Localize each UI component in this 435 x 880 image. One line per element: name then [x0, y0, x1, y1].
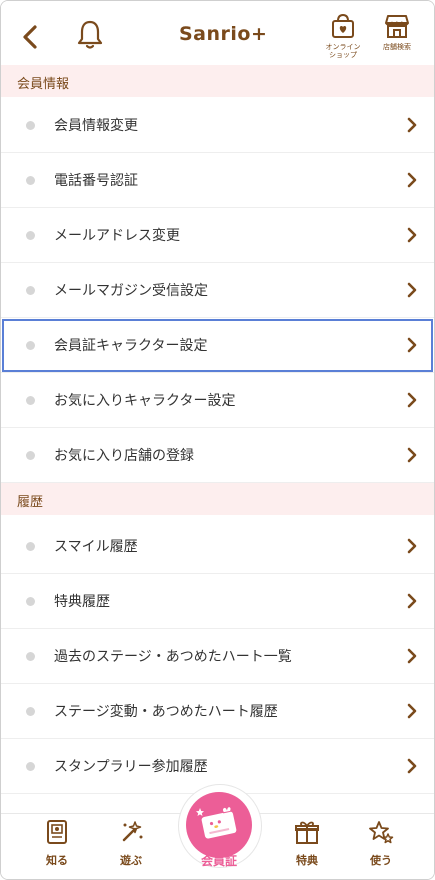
- bell-icon: [77, 20, 103, 49]
- chevron-right-icon: [407, 593, 417, 609]
- tab-benefits[interactable]: 特典: [277, 818, 337, 874]
- online-shop-button[interactable]: オンライン ショップ: [323, 13, 363, 61]
- bullet-dot-icon: [26, 396, 35, 405]
- list-item-email-change[interactable]: メールアドレス変更: [1, 208, 434, 263]
- list-item-label: 電話番号認証: [54, 173, 138, 189]
- list-item-newsletter-settings[interactable]: メールマガジン受信設定: [1, 263, 434, 318]
- chevron-right-icon: [407, 282, 417, 298]
- list-item-stage-change-history[interactable]: ステージ変動・あつめたハート履歴: [1, 684, 434, 739]
- tab-label: 使う: [370, 854, 392, 867]
- list-item-card-character-settings[interactable]: 会員証キャラクター設定: [1, 318, 434, 373]
- magic-wand-icon: [122, 821, 143, 842]
- online-shop-label: オンライン ショップ: [325, 43, 361, 59]
- list-item-label: 特典履歴: [54, 594, 110, 610]
- list-item-favorite-store-registration[interactable]: お気に入り店舗の登録: [1, 428, 434, 483]
- tab-member-card[interactable]: 会員証: [178, 784, 262, 876]
- chevron-right-icon: [407, 227, 417, 243]
- bullet-dot-icon: [26, 231, 35, 240]
- list-item-label: 会員証キャラクター設定: [54, 338, 208, 354]
- list-item-label: メールマガジン受信設定: [54, 283, 208, 299]
- chevron-right-icon: [407, 117, 417, 133]
- tab-label: 知る: [46, 854, 68, 867]
- tab-label: 遊ぶ: [120, 854, 142, 867]
- chevron-right-icon: [407, 172, 417, 188]
- tab-use[interactable]: 使う: [351, 818, 411, 874]
- list-item-past-stages-hearts[interactable]: 過去のステージ・あつめたハート一覧: [1, 629, 434, 684]
- section-title: 履歴: [17, 495, 44, 510]
- chevron-right-icon: [407, 447, 417, 463]
- chevron-right-icon: [407, 703, 417, 719]
- chevron-right-icon: [407, 538, 417, 554]
- chevron-right-icon: [407, 392, 417, 408]
- chevron-right-icon: [407, 648, 417, 664]
- list-item-member-info-change[interactable]: 会員情報変更: [1, 98, 434, 153]
- chevron-right-icon: [407, 337, 417, 353]
- stars-icon: [369, 821, 394, 844]
- store-search-button[interactable]: 店舗検索: [377, 13, 417, 61]
- list-item-label: スマイル履歴: [54, 539, 138, 555]
- store-search-label: 店舗検索: [383, 43, 411, 51]
- list-item-label: お気に入りキャラクター設定: [54, 393, 236, 409]
- app-frame: Sanrio+ オンライン ショップ 店舗検索 会員情報 会員情報変更 電話番号…: [0, 0, 435, 880]
- list-item-label: 過去のステージ・あつめたハート一覧: [54, 649, 292, 665]
- bullet-dot-icon: [26, 176, 35, 185]
- bullet-dot-icon: [26, 707, 35, 716]
- member-card-circle: [186, 792, 252, 858]
- book-icon: [47, 820, 67, 844]
- list-item-smile-history[interactable]: スマイル履歴: [1, 519, 434, 574]
- list-item-benefit-history[interactable]: 特典履歴: [1, 574, 434, 629]
- list-item-favorite-character-settings[interactable]: お気に入りキャラクター設定: [1, 373, 434, 428]
- tab-label: 特典: [296, 854, 318, 867]
- list-item-label: スタンプラリー参加履歴: [54, 759, 208, 775]
- list-item-label: メールアドレス変更: [54, 228, 180, 244]
- chevron-left-icon: [23, 25, 37, 49]
- section-header-history: 履歴: [1, 483, 434, 515]
- bullet-dot-icon: [26, 597, 35, 606]
- bullet-dot-icon: [26, 121, 35, 130]
- bullet-dot-icon: [26, 341, 35, 350]
- back-button[interactable]: [19, 23, 43, 51]
- bullet-dot-icon: [26, 542, 35, 551]
- notification-button[interactable]: [75, 19, 105, 51]
- brand-logo: Sanrio+: [179, 23, 268, 45]
- chevron-right-icon: [407, 758, 417, 774]
- section-title: 会員情報: [17, 77, 70, 92]
- bullet-dot-icon: [26, 451, 35, 460]
- tab-know[interactable]: 知る: [27, 818, 87, 874]
- section-header-member-info: 会員情報: [1, 65, 434, 97]
- tab-label: 会員証: [200, 854, 237, 868]
- tab-play[interactable]: 遊ぶ: [101, 818, 161, 874]
- store-icon: [385, 15, 409, 38]
- list-item-label: お気に入り店舗の登録: [54, 448, 194, 464]
- member-card-icon: [196, 806, 237, 839]
- gift-icon: [295, 821, 319, 844]
- bullet-dot-icon: [26, 762, 35, 771]
- list-item-label: ステージ変動・あつめたハート履歴: [54, 704, 278, 720]
- list-item-phone-verification[interactable]: 電話番号認証: [1, 153, 434, 208]
- bullet-dot-icon: [26, 286, 35, 295]
- shopping-bag-icon: [332, 13, 354, 38]
- list-item-label: 会員情報変更: [54, 118, 138, 134]
- app-header: Sanrio+ オンライン ショップ 店舗検索: [1, 1, 434, 65]
- bullet-dot-icon: [26, 652, 35, 661]
